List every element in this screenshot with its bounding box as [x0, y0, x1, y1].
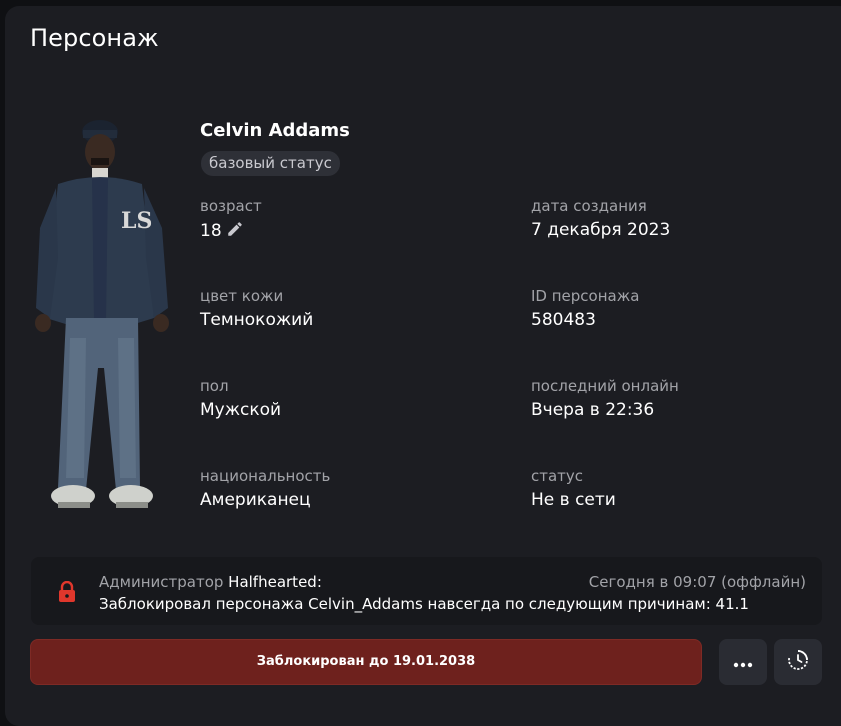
- id-value: 580483: [531, 310, 596, 330]
- notice-admin: Администратор Halfhearted:: [99, 573, 322, 591]
- character-name: Celvin Addams: [200, 120, 350, 141]
- created-value: 7 декабря 2023: [531, 220, 671, 240]
- online-status-label: статус: [531, 467, 584, 485]
- history-button[interactable]: [774, 639, 822, 685]
- edit-pencil-icon[interactable]: [226, 220, 244, 243]
- notice-text: Заблокировал персонажа Celvin_Addams нав…: [99, 595, 749, 613]
- gender-value: Мужской: [200, 400, 282, 420]
- ban-notice: Администратор Halfhearted: Сегодня в 09:…: [31, 557, 822, 625]
- skin-value: Темнокожий: [200, 310, 314, 330]
- status-badge: базовый статус: [201, 151, 340, 176]
- notice-time: Сегодня в 09:07 (оффлайн): [588, 573, 806, 591]
- last-online-label: последний онлайн: [531, 377, 679, 395]
- page-title: Персонаж: [30, 24, 159, 52]
- admin-prefix: Администратор: [99, 573, 224, 591]
- nationality-value: Американец: [200, 490, 311, 510]
- admin-name: Halfhearted:: [228, 573, 322, 591]
- last-online-value: Вчера в 22:36: [531, 400, 655, 420]
- lock-icon: [57, 580, 77, 607]
- character-avatar: LS: [35, 120, 169, 508]
- id-label: ID персонажа: [531, 287, 640, 305]
- age-label: возраст: [200, 197, 262, 215]
- created-label: дата создания: [531, 197, 647, 215]
- age-number: 18: [200, 221, 222, 241]
- more-button[interactable]: [719, 639, 767, 685]
- skin-label: цвет кожи: [200, 287, 284, 305]
- more-dots-icon: [733, 653, 753, 672]
- svg-text:LS: LS: [121, 208, 152, 234]
- online-status-value: Не в сети: [531, 490, 616, 510]
- nationality-label: национальность: [200, 467, 331, 485]
- age-value: 18: [200, 220, 244, 243]
- history-clock-icon: [786, 648, 810, 676]
- gender-label: пол: [200, 377, 229, 395]
- banned-until-button[interactable]: Заблокирован до 19.01.2038: [30, 639, 702, 685]
